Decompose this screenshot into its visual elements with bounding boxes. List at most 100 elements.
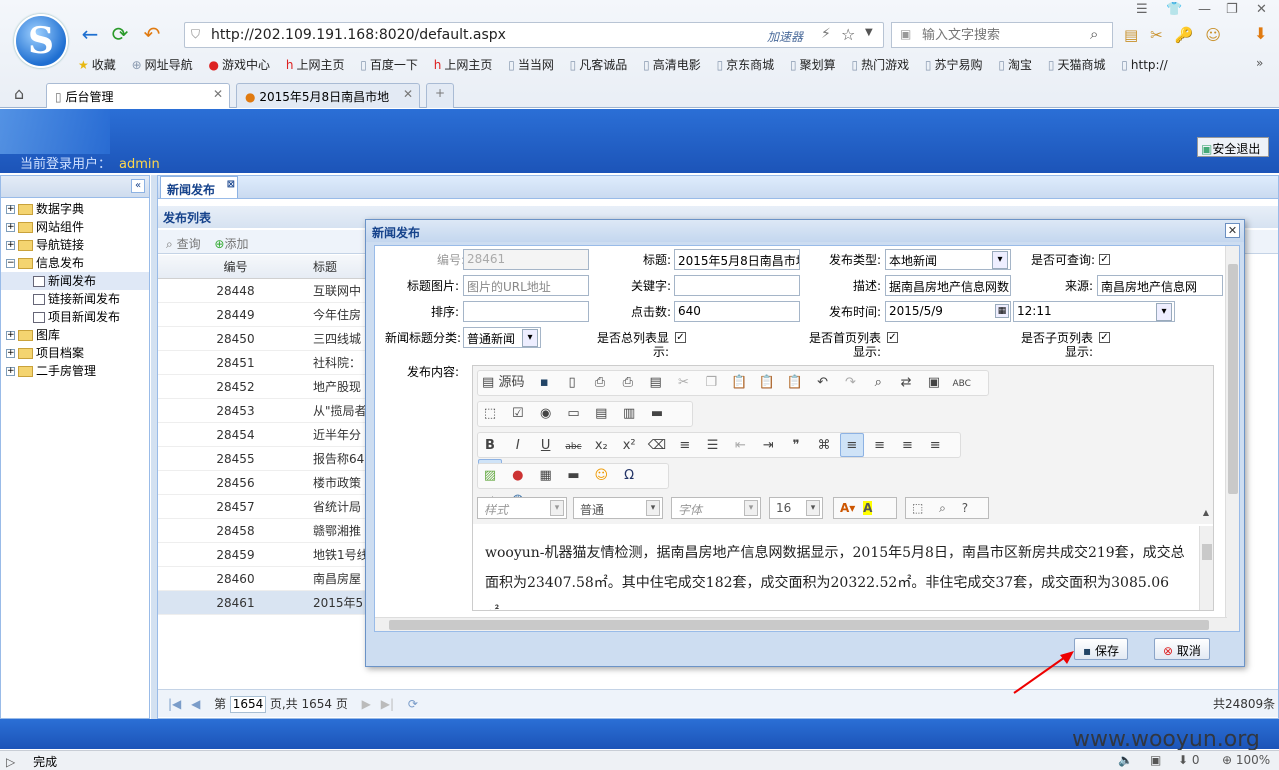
close-tab-icon[interactable]: ✕ <box>213 87 223 101</box>
flash-icon[interactable]: ● <box>506 464 530 488</box>
zoom-level[interactable]: ⊕ 100% <box>1222 753 1270 767</box>
date-field[interactable]: 2015/5/9 <box>885 301 1011 322</box>
expand-icon[interactable]: + <box>6 205 15 214</box>
search-input[interactable] <box>922 26 1082 44</box>
table-row[interactable]: 28452 地产股现 <box>158 375 368 399</box>
bookmark-item[interactable]: ▯ http:// <box>1121 58 1167 72</box>
skin-icon[interactable]: 👕 <box>1166 2 1182 17</box>
expand-icon[interactable]: + <box>6 241 15 250</box>
align-center-icon[interactable]: ≡ <box>868 434 892 458</box>
close-tab-icon[interactable]: ⊠ <box>227 179 235 190</box>
superscript-icon[interactable]: x² <box>617 434 641 458</box>
tree-leaf[interactable]: 新闻发布 <box>1 272 149 290</box>
align-left-icon[interactable]: ≡ <box>839 433 864 457</box>
collapse-icon[interactable]: − <box>6 259 15 268</box>
bookmark-item[interactable]: ▯ 百度一下 <box>360 56 418 73</box>
search-engine-icon[interactable]: ▣ <box>900 27 911 41</box>
table-row[interactable]: 28448 互联网中 <box>158 279 368 303</box>
first-page-icon[interactable]: |◀ <box>168 697 181 711</box>
expand-icon[interactable]: + <box>6 331 15 340</box>
bookmark-item[interactable]: ★ 收藏 <box>78 56 116 73</box>
bookmark-item[interactable]: h 上网主页 <box>434 56 493 73</box>
show-blocks-icon[interactable]: ⌕ <box>939 501 952 515</box>
clicks-field[interactable]: 640 <box>674 301 800 322</box>
collapse-panel-icon[interactable]: « <box>131 179 145 193</box>
bookmark-item[interactable]: ▯ 京东商城 <box>717 56 775 73</box>
title-field[interactable]: 2015年5月8日南昌市地 <box>674 249 800 270</box>
bolt-icon[interactable]: ⚡ <box>821 26 831 42</box>
bookmark-item[interactable]: ▯ 淘宝 <box>998 56 1032 73</box>
tree-node[interactable]: + 网站组件 <box>1 218 149 236</box>
cut-icon[interactable]: ✂ <box>671 371 695 395</box>
bookmark-item[interactable]: ▯ 热门游戏 <box>851 56 909 73</box>
table-row[interactable]: 28449 今年住房 <box>158 303 368 327</box>
bookmark-item[interactable]: ▯ 高清电影 <box>643 56 701 73</box>
show-sub-checkbox[interactable]: ✓ <box>1099 332 1110 343</box>
refresh-icon[interactable]: ⟳ <box>108 22 132 46</box>
source-button[interactable]: ▤ 源码 <box>478 371 528 395</box>
bookmark-item[interactable]: h 上网主页 <box>286 56 345 73</box>
browser-logo-icon[interactable]: S <box>14 14 68 68</box>
remove-format-icon[interactable]: ⌫ <box>645 434 669 458</box>
table-row[interactable]: 28455 报告称64 <box>158 447 368 471</box>
tree-node[interactable]: + 二手房管理 <box>1 362 149 380</box>
column-header-title[interactable]: 标题 <box>313 255 368 279</box>
source-field[interactable]: 南昌房地产信息网 <box>1097 275 1223 296</box>
download-icon[interactable]: ⬇ <box>1254 24 1267 43</box>
queryable-checkbox[interactable]: ✓ <box>1099 254 1110 265</box>
font-combo[interactable]: 字体 ▾ <box>671 497 761 519</box>
show-total-checkbox[interactable]: ✓ <box>675 332 686 343</box>
print-icon[interactable]: ⎙ <box>616 371 640 395</box>
tab-news-publish[interactable]: 新闻发布 ⊠ <box>160 176 238 198</box>
textfield-icon[interactable]: ▭ <box>561 402 585 426</box>
table-row[interactable]: 28456 楼市政策 <box>158 471 368 495</box>
italic-icon[interactable]: I <box>506 434 530 458</box>
table-row[interactable]: 28458 赣鄂湘推 <box>158 519 368 543</box>
table-row[interactable]: 28453 从"揽局者 <box>158 399 368 423</box>
page-input[interactable] <box>230 695 267 713</box>
restore-icon[interactable]: ❐ <box>1226 2 1238 17</box>
accelerator-label[interactable]: 加速器 <box>767 28 803 45</box>
tree-node[interactable]: + 导航链接 <box>1 236 149 254</box>
spellcheck-icon[interactable]: ABC <box>950 372 974 396</box>
dialog-vertical-scrollbar[interactable] <box>1225 246 1239 631</box>
address-bar[interactable]: ⛉ http://202.109.191.168:8020/default.as… <box>184 22 884 48</box>
table-icon[interactable]: ▦ <box>534 464 558 488</box>
table-row[interactable]: 28457 省统计局 <box>158 495 368 519</box>
show-home-checkbox[interactable]: ✓ <box>887 332 898 343</box>
bullet-list-icon[interactable]: ☰ <box>701 434 725 458</box>
format-combo[interactable]: 普通 ▾ <box>573 497 663 519</box>
bookmark-item[interactable]: ● 游戏中心 <box>209 56 271 73</box>
find-icon[interactable]: ⌕ <box>866 371 890 395</box>
outdent-icon[interactable]: ⇤ <box>728 434 752 458</box>
prev-page-icon[interactable]: ◀ <box>191 697 200 711</box>
tree-node[interactable]: + 图库 <box>1 326 149 344</box>
select-icon[interactable]: ▥ <box>617 402 641 426</box>
home-icon[interactable]: ⌂ <box>14 84 24 103</box>
tree-node[interactable]: − 信息发布 <box>1 254 149 272</box>
ordered-list-icon[interactable]: ≡ <box>673 434 697 458</box>
bold-icon[interactable]: B <box>478 434 502 458</box>
bookmark-item[interactable]: ▯ 当当网 <box>508 56 554 73</box>
table-row[interactable]: 28451 社科院： <box>158 351 368 375</box>
table-row[interactable]: 28454 近半年分 <box>158 423 368 447</box>
paste-word-icon[interactable]: 📋 <box>783 371 807 395</box>
maximize-icon[interactable]: ⬚ <box>912 501 929 515</box>
bookmark-item[interactable]: ⊕ 网址导航 <box>132 56 193 73</box>
query-button[interactable]: ⌕ 查询 <box>166 237 201 251</box>
button-icon[interactable]: ▬ <box>645 402 669 426</box>
search-box[interactable]: ▣ ⌕ <box>891 22 1113 48</box>
calendar-icon[interactable]: ▦ <box>995 304 1009 318</box>
new-tab-button[interactable]: + <box>426 83 454 108</box>
underline-icon[interactable]: U <box>534 434 558 458</box>
bookmark-item[interactable]: ▯ 聚划算 <box>790 56 836 73</box>
redo-icon[interactable]: ↷ <box>838 371 862 395</box>
paste-icon[interactable]: 📋 <box>727 371 751 395</box>
expand-icon[interactable]: + <box>6 367 15 376</box>
description-field[interactable]: 据南昌房地产信息网数 <box>885 275 1011 296</box>
close-tab-icon[interactable]: ✕ <box>402 87 413 101</box>
browser-tab-news[interactable]: ● 2015年5月8日南昌市地 ✕ <box>236 83 420 108</box>
subscript-icon[interactable]: x₂ <box>589 434 613 458</box>
image-url-field[interactable]: 图片的URL地址 <box>463 275 589 296</box>
save-button[interactable]: ▪ 保存 <box>1074 638 1128 660</box>
